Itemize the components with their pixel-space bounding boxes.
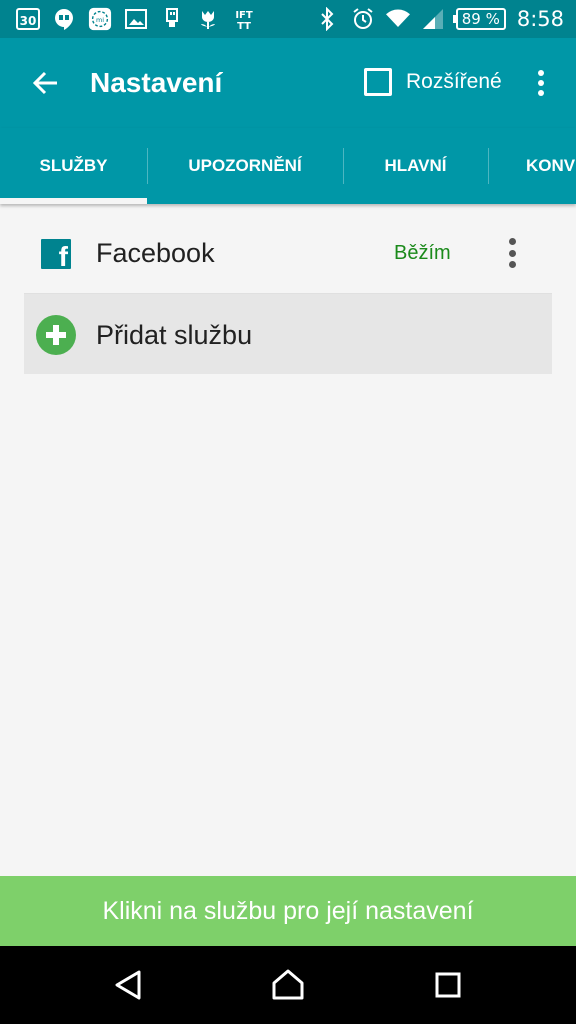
page-title: Nastavení <box>90 67 223 98</box>
triangle-back-icon <box>115 970 141 1000</box>
calendar-day: 30 <box>20 14 37 28</box>
image-icon <box>124 7 148 31</box>
svg-text:IFT: IFT <box>235 10 253 21</box>
status-badge: Běžím <box>394 242 451 264</box>
battery-indicator: 89 % <box>452 8 506 30</box>
app-toolbar: Nastavení Rozšířené <box>0 38 576 128</box>
list-item[interactable]: f Facebook Běžím <box>24 212 552 294</box>
home-icon <box>272 969 304 1000</box>
nav-back-button[interactable] <box>108 965 148 1005</box>
arrow-back-icon <box>32 71 57 95</box>
item-menu-button[interactable] <box>500 236 524 270</box>
alarm-icon <box>351 7 375 31</box>
add-service-label: Přidat službu <box>96 320 253 350</box>
bluetooth-icon <box>316 7 340 31</box>
notification-icons: 30 mi IFT TT <box>0 0 256 38</box>
svg-text:TT: TT <box>237 21 251 31</box>
calendar-30-icon: 30 <box>16 7 40 31</box>
tab-upozorneni[interactable]: UPOZORNĚNÍ <box>147 128 343 204</box>
signal-icon <box>421 7 445 31</box>
extended-checkbox[interactable] <box>364 68 392 96</box>
hint-text: Klikni na službu pro její nastavení <box>102 896 474 925</box>
system-icons: 89 % 8:58 <box>316 0 564 38</box>
svg-text:mi: mi <box>96 16 104 24</box>
service-name: Facebook <box>96 238 215 268</box>
hangouts-icon <box>52 7 76 31</box>
service-list: f Facebook Běžím Přidat službu <box>24 212 552 374</box>
tab-bar: SLUŽBY UPOZORNĚNÍ HLAVNÍ KONV <box>0 128 576 204</box>
clock: 8:58 <box>516 7 564 31</box>
more-vert-icon <box>508 238 516 245</box>
extended-toggle[interactable]: Rozšířené <box>364 68 502 96</box>
square-recents-icon <box>435 972 461 998</box>
more-vert-icon <box>538 70 544 76</box>
nav-recents-button[interactable] <box>428 965 468 1005</box>
nav-home-button[interactable] <box>268 965 308 1005</box>
wifi-icon <box>385 7 410 31</box>
hint-bar: Klikni na službu pro její nastavení <box>0 876 576 946</box>
selected-tab-indicator <box>0 198 147 204</box>
battery-level: 89 % <box>461 10 500 28</box>
tab-hlavni[interactable]: HLAVNÍ <box>343 128 488 204</box>
tab-konv[interactable]: KONV <box>488 128 576 204</box>
navigation-bar <box>0 946 576 1024</box>
usb-icon <box>160 7 184 31</box>
mi-fit-icon: mi <box>88 7 112 31</box>
status-bar: 30 mi IFT TT 89 % 8:58 <box>0 0 576 38</box>
tulip-icon <box>196 7 220 31</box>
back-button[interactable] <box>0 38 90 128</box>
add-service-button[interactable]: Přidat službu <box>24 294 552 374</box>
tab-sluzby[interactable]: SLUŽBY <box>0 128 147 204</box>
extended-label: Rozšířené <box>406 70 502 93</box>
add-circle-icon <box>36 315 76 355</box>
overflow-menu-button[interactable] <box>526 66 556 100</box>
ifttt-icon: IFT TT <box>232 7 256 31</box>
facebook-icon: f <box>41 239 71 271</box>
